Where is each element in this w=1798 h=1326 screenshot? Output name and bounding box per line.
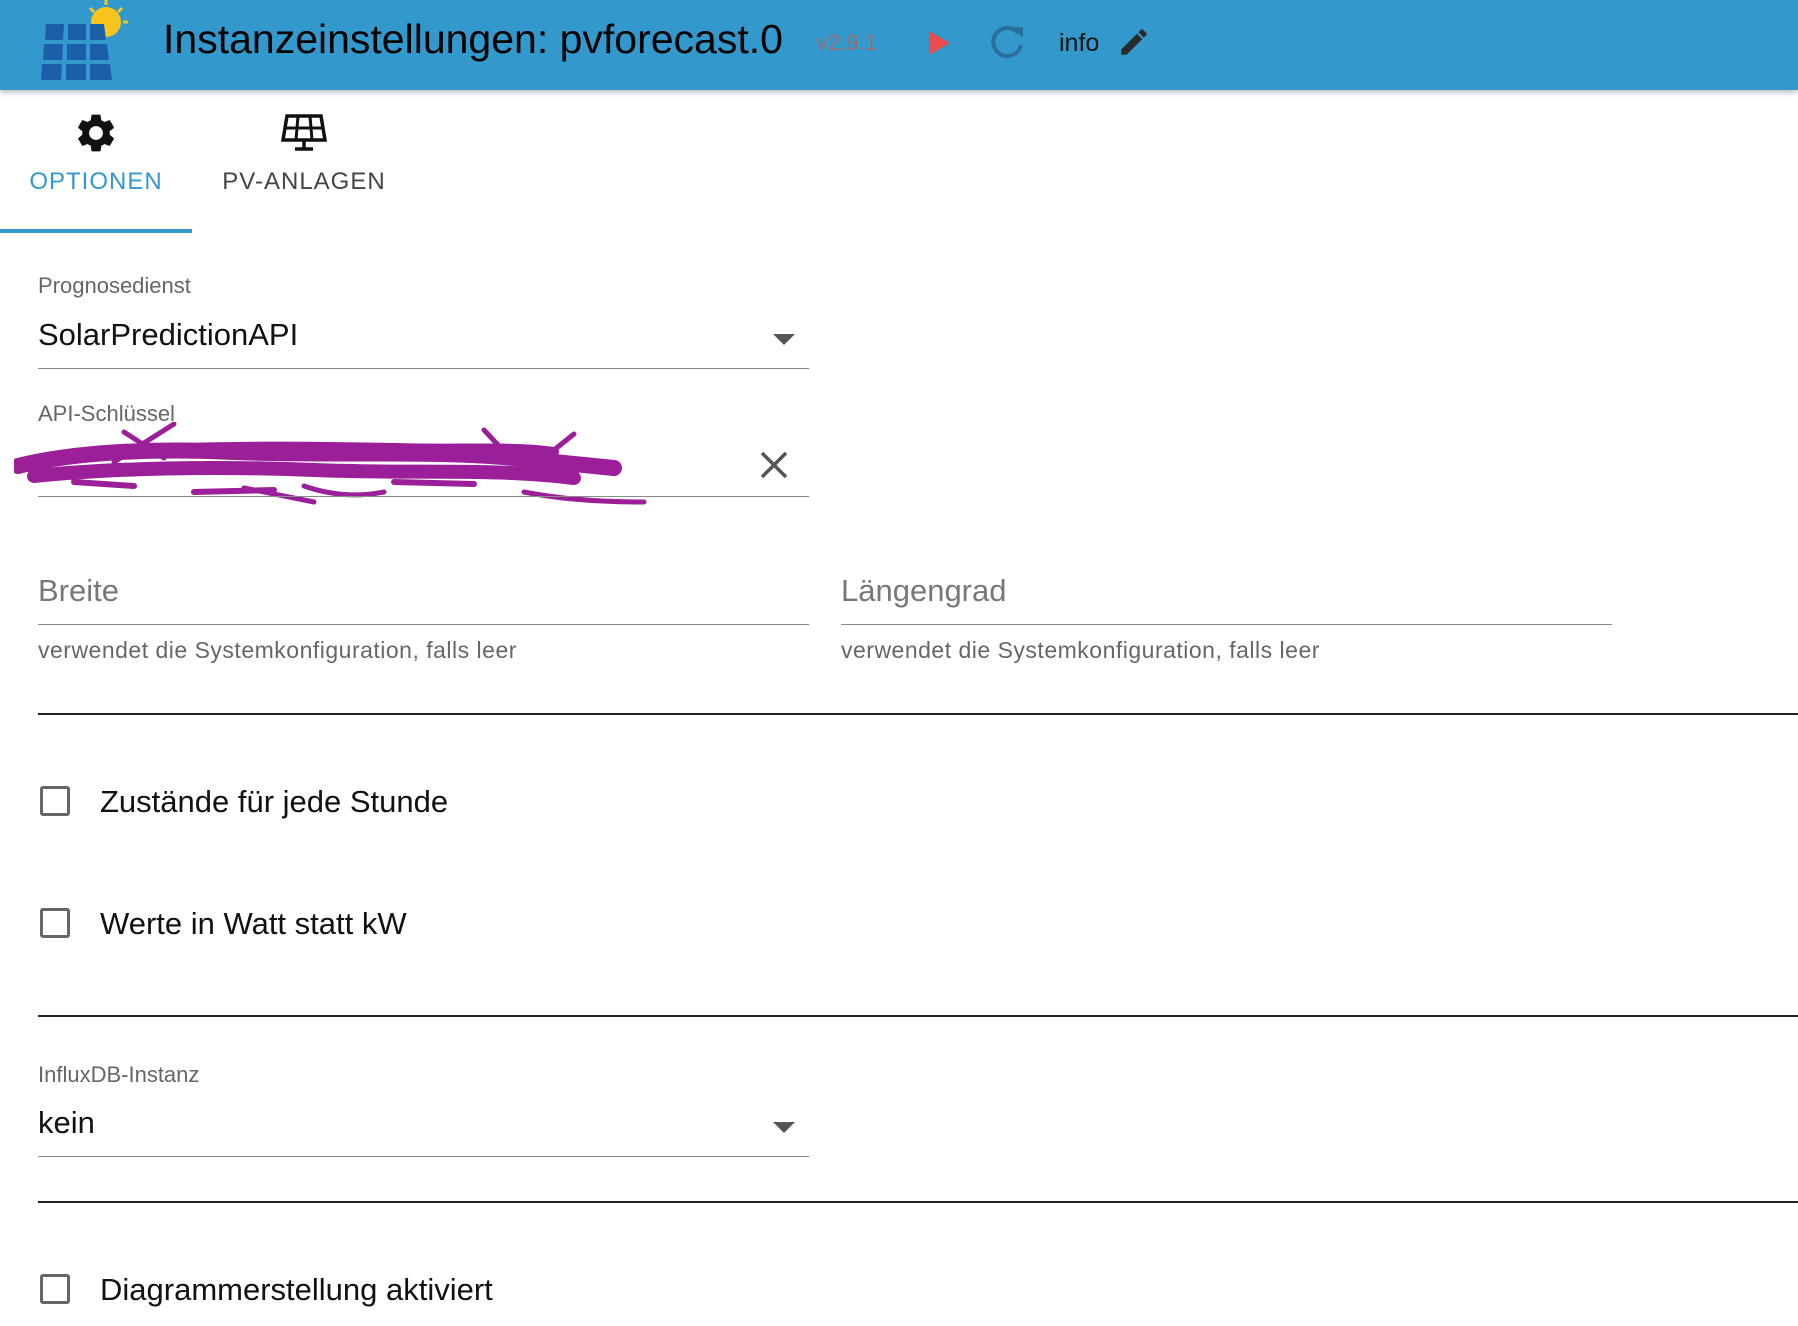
checkbox-box[interactable] (40, 786, 70, 816)
chart-creation-label: Diagrammerstellung aktiviert (100, 1272, 493, 1307)
tab-options-label: OPTIONEN (29, 168, 163, 195)
latitude-underline (38, 624, 809, 625)
forecast-service-label: Prognosedienst (38, 273, 191, 298)
active-tab-indicator (0, 229, 192, 233)
section-divider (38, 1015, 1798, 1017)
tab-pv-systems[interactable]: PV-ANLAGEN (200, 110, 408, 230)
version-label: v2.9.1 (817, 30, 877, 55)
tab-options[interactable]: OPTIONEN (0, 110, 192, 230)
latitude-input[interactable]: Breite (38, 573, 119, 609)
gear-icon (78, 114, 114, 152)
influxdb-label: InfluxDB-Instanz (38, 1062, 200, 1087)
forecast-service-underline (38, 368, 809, 369)
section-divider (38, 1201, 1798, 1203)
longitude-input[interactable]: Längengrad (841, 573, 1007, 609)
app-bar: Instanzeinstellungen: pvforecast.0 v2.9.… (0, 0, 1798, 90)
pvforecast-logo-icon (41, 0, 128, 80)
redaction-scribble (14, 422, 647, 505)
chevron-down-icon[interactable] (773, 334, 795, 345)
section-divider (38, 713, 1798, 715)
forecast-service-select[interactable]: SolarPredictionAPI (38, 317, 298, 353)
info-link[interactable]: info (1059, 28, 1099, 58)
checkbox-box[interactable] (40, 1274, 70, 1304)
longitude-underline (841, 624, 1612, 625)
watts-instead-kw-label: Werte in Watt statt kW (100, 906, 407, 941)
api-key-underline (38, 496, 809, 497)
reload-icon[interactable] (988, 23, 1026, 61)
edit-icon[interactable] (1117, 25, 1151, 59)
chevron-down-icon[interactable] (773, 1122, 795, 1133)
clear-icon[interactable] (758, 449, 790, 481)
hourly-states-label: Zustände für jede Stunde (100, 784, 449, 819)
play-icon[interactable] (925, 28, 953, 58)
influxdb-select[interactable]: kein (38, 1105, 95, 1141)
solar-panel-icon (281, 114, 327, 151)
tab-pv-systems-label: PV-ANLAGEN (222, 168, 386, 195)
longitude-helper-text: verwendet die Systemkonfiguration, falls… (841, 637, 1320, 663)
checkbox-box[interactable] (40, 908, 70, 938)
latitude-helper-text: verwendet die Systemkonfiguration, falls… (38, 637, 517, 663)
influxdb-underline (38, 1156, 809, 1157)
page-title: Instanzeinstellungen: pvforecast.0 (163, 16, 783, 62)
